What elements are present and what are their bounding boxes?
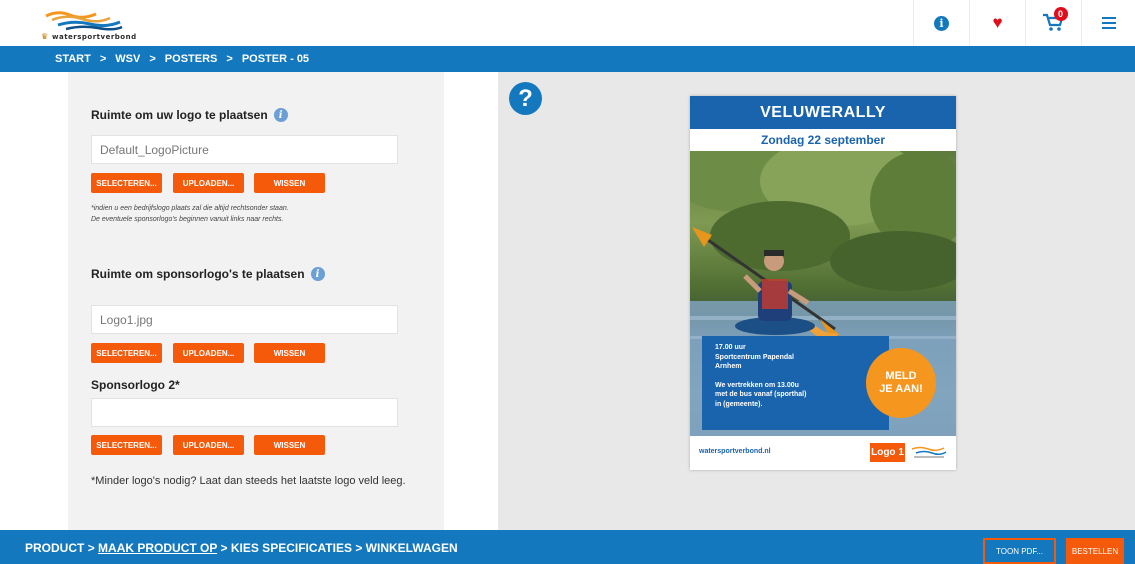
poster-info-block: 17.00 uur Sportcentrum Papendal Arnhem W… xyxy=(702,336,889,430)
poster-footer: watersportverbond.nl Logo 1 xyxy=(690,436,956,470)
poster-title: VELUWERALLY xyxy=(690,96,956,129)
poster-venue: Sportcentrum Papendal xyxy=(715,353,794,361)
sponsor-section-label: Ruimte om sponsorlogo's te plaatsen xyxy=(91,267,305,281)
brand-logo[interactable]: ♛ watersportverbond xyxy=(38,8,148,44)
poster-badge-line2: JE AAN! xyxy=(879,383,923,395)
logo-footnote: *Minder logo's nodig? Laat dan steeds he… xyxy=(91,475,406,487)
show-pdf-button[interactable]: TOON PDF... xyxy=(983,538,1056,564)
menu-button[interactable] xyxy=(1081,0,1135,46)
cart-button[interactable]: 0 xyxy=(1025,0,1081,46)
breadcrumb-posters[interactable]: POSTERS xyxy=(165,53,218,65)
step-navigation: PRODUCT > MAAK PRODUCT OP > KIES SPECIFI… xyxy=(25,541,458,555)
sponsor1-upload-button[interactable]: UPLOADEN... xyxy=(173,343,244,363)
breadcrumb-wsv[interactable]: WSV xyxy=(115,53,140,65)
step-separator: > xyxy=(355,541,366,555)
poster-brand-logo-icon xyxy=(911,446,947,458)
sponsor2-upload-button[interactable]: UPLOADEN... xyxy=(173,435,244,455)
logo-select-button[interactable]: SELECTEREN... xyxy=(91,173,162,193)
breadcrumb-separator: > xyxy=(226,53,233,65)
sponsor2-select-button[interactable]: SELECTEREN... xyxy=(91,435,162,455)
question-icon[interactable]: ? xyxy=(509,82,542,115)
sponsor1-file-field[interactable]: Logo1.jpg xyxy=(91,305,398,334)
brand-waves-icon xyxy=(45,11,123,31)
breadcrumb-start[interactable]: START xyxy=(55,53,91,65)
poster-signup-badge: MELD JE AAN! xyxy=(866,348,936,418)
poster-url: watersportverbond.nl xyxy=(699,448,771,455)
step-cart[interactable]: WINKELWAGEN xyxy=(366,541,458,555)
poster-depart-line1: We vertrekken om 13.00u xyxy=(715,381,799,389)
logo-upload-button[interactable]: UPLOADEN... xyxy=(173,173,244,193)
cart-count-badge: 0 xyxy=(1053,7,1068,21)
info-button[interactable]: i xyxy=(913,0,969,46)
step-product[interactable]: PRODUCT xyxy=(25,541,84,555)
brand-name: watersportverbond xyxy=(52,33,137,41)
sponsor2-clear-button[interactable]: WISSEN xyxy=(254,435,325,455)
logo-note-line2: De eventuele sponsorlogo's beginnen vanu… xyxy=(91,216,284,223)
sponsor2-label: Sponsorlogo 2* xyxy=(91,378,180,392)
breadcrumb-separator: > xyxy=(149,53,156,65)
poster-logo-placeholder: Logo 1 xyxy=(870,443,905,462)
poster-date: Zondag 22 september xyxy=(690,129,956,151)
poster-badge-line1: MELD xyxy=(885,370,917,382)
poster-preview: VELUWERALLY Zondag 22 september 17.00 uu… xyxy=(690,96,956,470)
top-header: ♛ watersportverbond i ♥ 0 xyxy=(0,0,1135,46)
heart-icon: ♥ xyxy=(992,13,1003,32)
sponsor1-select-button[interactable]: SELECTEREN... xyxy=(91,343,162,363)
breadcrumb-separator: > xyxy=(99,53,107,65)
logo-note: *indien u een bedrijfslogo plaats zal di… xyxy=(91,203,289,225)
menu-icon xyxy=(1101,17,1116,29)
brand-crown-icon: ♛ xyxy=(41,32,49,41)
poster-depart-line3: in (gemeente). xyxy=(715,400,763,408)
step-separator: > xyxy=(87,541,99,555)
sponsor2-file-field[interactable] xyxy=(91,398,398,427)
breadcrumb: START > WSV > POSTERS > POSTER - 05 xyxy=(0,46,1135,72)
logo-section-title: Ruimte om uw logo te plaatsen i xyxy=(91,108,288,122)
order-button[interactable]: BESTELLEN xyxy=(1066,538,1124,564)
poster-depart-line2: met de bus vanaf (sporthal) xyxy=(715,391,807,398)
poster-city: Arnhem xyxy=(715,363,742,370)
help-icon[interactable]: i xyxy=(310,267,325,281)
poster-time: 17.00 uur xyxy=(715,344,746,351)
step-bar: PRODUCT > MAAK PRODUCT OP > KIES SPECIFI… xyxy=(0,530,1135,564)
favorites-button[interactable]: ♥ xyxy=(969,0,1025,46)
breadcrumb-current: POSTER - 05 xyxy=(241,53,310,65)
sponsor1-clear-button[interactable]: WISSEN xyxy=(254,343,325,363)
step-separator: > xyxy=(220,541,231,555)
step-current[interactable]: MAAK PRODUCT OP xyxy=(98,541,217,555)
logo-file-field[interactable]: Default_LogoPicture xyxy=(91,135,398,164)
logo-section-label: Ruimte om uw logo te plaatsen xyxy=(91,108,268,122)
info-icon: i xyxy=(934,15,949,31)
help-icon[interactable]: i xyxy=(273,108,288,122)
sponsor-section-title: Ruimte om sponsorlogo's te plaatsen i xyxy=(91,267,325,281)
logo-note-line1: *indien u een bedrijfslogo plaats zal di… xyxy=(91,205,289,212)
step-specifications[interactable]: KIES SPECIFICATIES xyxy=(231,541,352,555)
logo-clear-button[interactable]: WISSEN xyxy=(254,173,325,193)
